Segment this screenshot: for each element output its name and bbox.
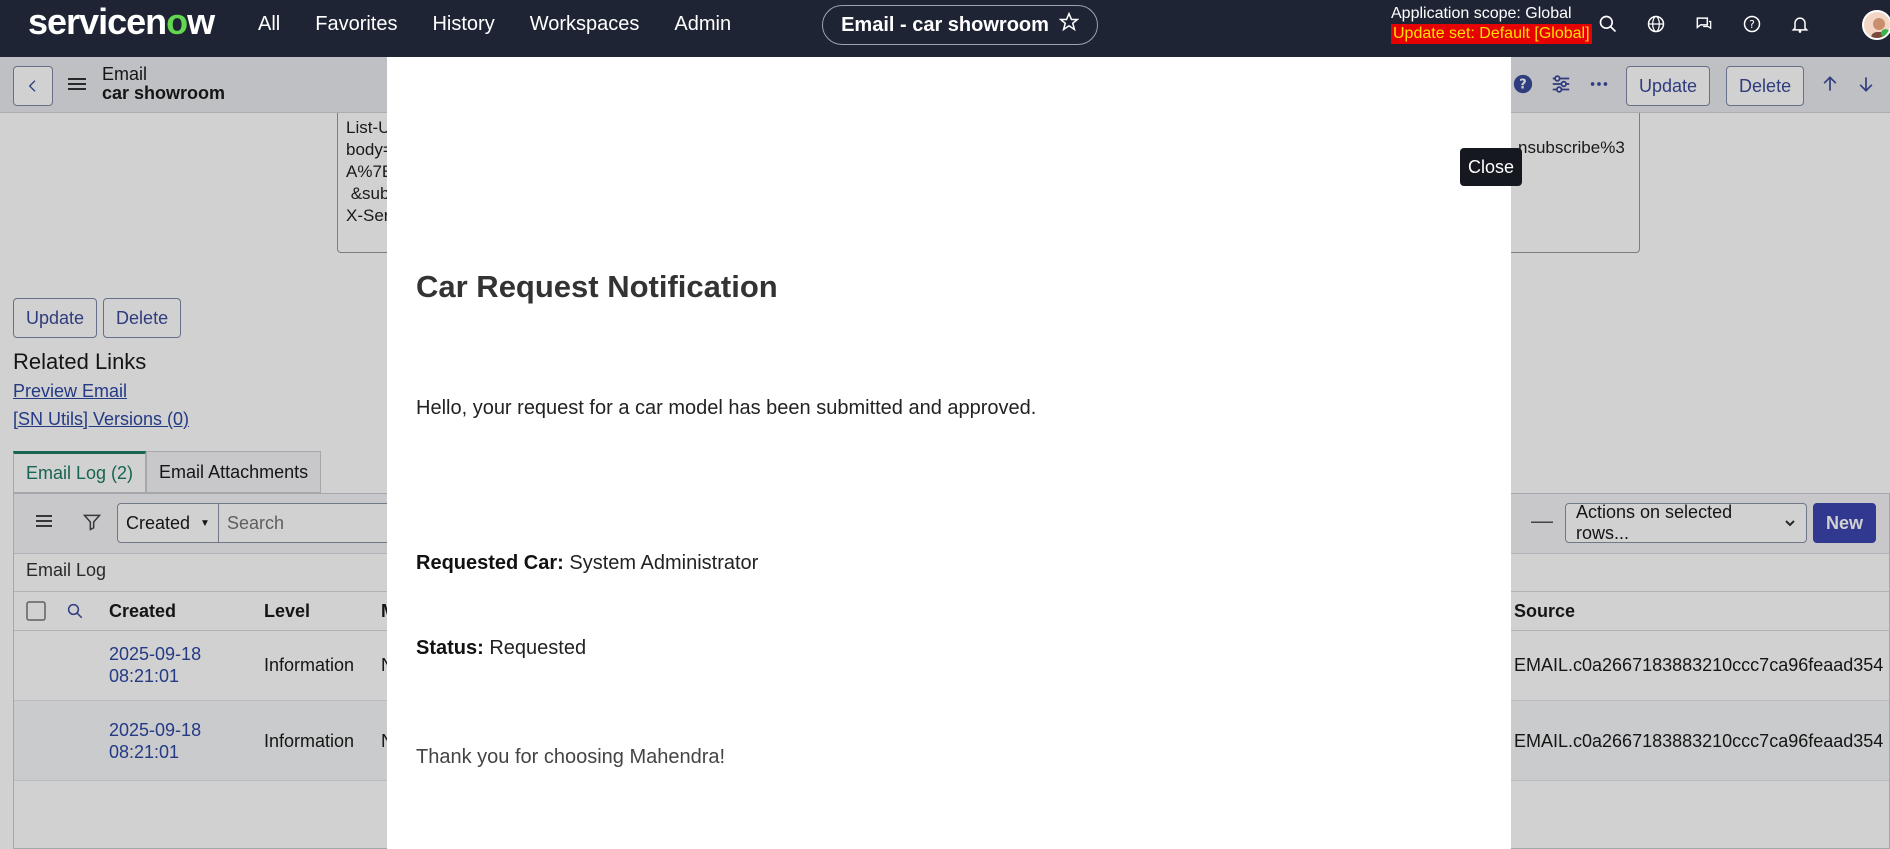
requested-car-label: Requested Car: bbox=[416, 552, 564, 574]
app-scope[interactable]: Application scope: Global Update set: De… bbox=[1391, 4, 1592, 44]
nav-favorites[interactable]: Favorites bbox=[315, 13, 397, 36]
presence-dot bbox=[1881, 29, 1890, 38]
email-preview-modal: Car Request Notification Hello, your req… bbox=[387, 57, 1511, 849]
nav-history[interactable]: History bbox=[432, 13, 494, 36]
status-label: Status: bbox=[416, 637, 484, 659]
top-nav: servicenow All Favorites History Workspa… bbox=[0, 0, 1890, 57]
search-icon[interactable] bbox=[1596, 12, 1620, 36]
status-value: Requested bbox=[489, 637, 587, 659]
email-thanks: Thank you for choosing Mahendra! bbox=[416, 746, 726, 768]
scope-label: Application scope: Global bbox=[1391, 5, 1572, 22]
context-pill[interactable]: Email - car showroom bbox=[822, 5, 1098, 45]
nav-admin[interactable]: Admin bbox=[674, 13, 731, 36]
svg-text:?: ? bbox=[1749, 18, 1755, 31]
nav-all[interactable]: All bbox=[258, 13, 280, 36]
globe-icon[interactable] bbox=[1644, 12, 1668, 36]
status-line: Status: Requested bbox=[416, 637, 586, 660]
help-icon[interactable]: ? bbox=[1740, 12, 1764, 36]
nav-icons: ? bbox=[1596, 12, 1812, 36]
chat-icon[interactable] bbox=[1692, 12, 1716, 36]
email-intro: Hello, your request for a car model has … bbox=[416, 397, 1037, 419]
nav-workspaces[interactable]: Workspaces bbox=[530, 13, 640, 36]
nav-links: All Favorites History Workspaces Admin bbox=[258, 0, 731, 48]
update-set-badge[interactable]: Update set: Default [Global] bbox=[1391, 24, 1592, 44]
email-heading: Car Request Notification bbox=[416, 269, 778, 304]
bell-icon[interactable] bbox=[1788, 12, 1812, 36]
context-pill-title: Email - car showroom bbox=[841, 13, 1049, 36]
requested-car-value: System Administrator bbox=[569, 552, 759, 574]
star-icon[interactable] bbox=[1058, 11, 1080, 38]
servicenow-logo[interactable]: servicenow bbox=[28, 2, 215, 42]
requested-car-line: Requested Car: System Administrator bbox=[416, 552, 758, 575]
user-avatar[interactable] bbox=[1862, 10, 1890, 40]
close-button[interactable]: Close bbox=[1460, 148, 1523, 186]
